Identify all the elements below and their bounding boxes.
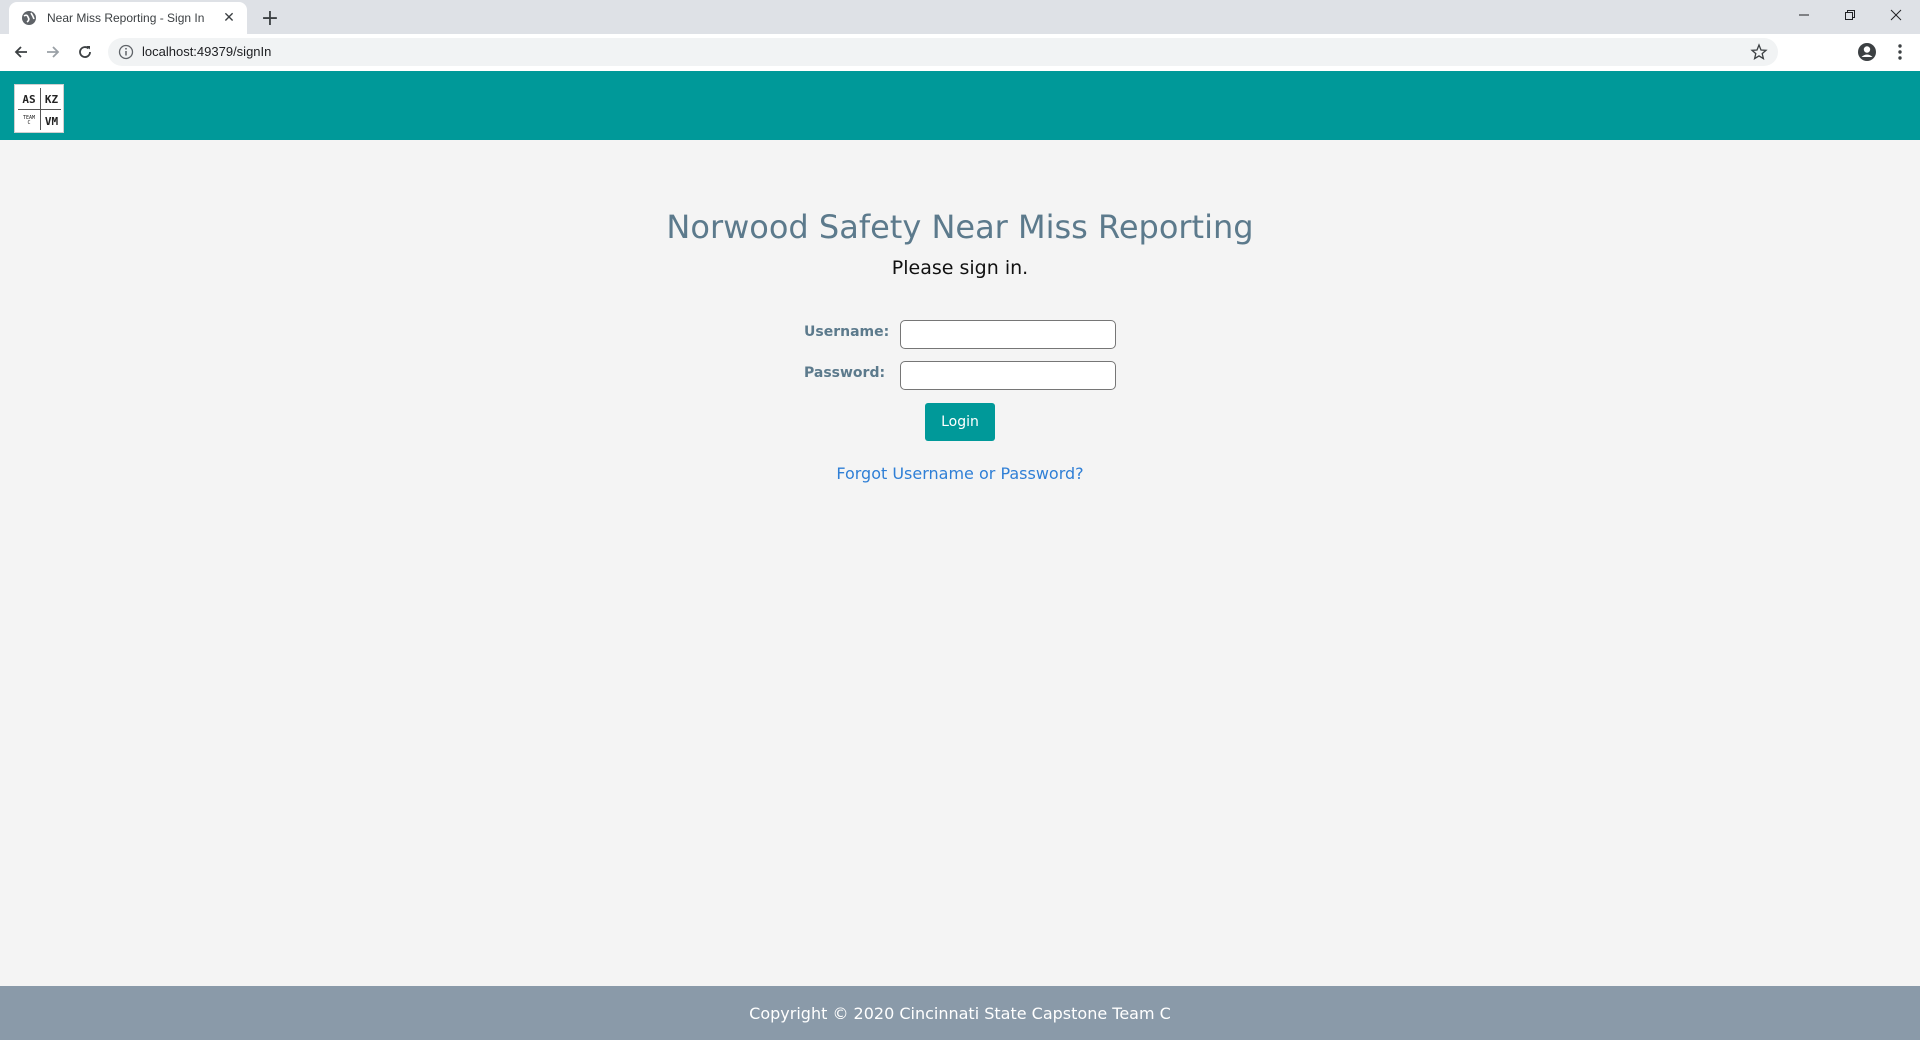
reload-icon[interactable] [71, 38, 99, 66]
page-subtitle: Please sign in. [891, 257, 1029, 279]
copyright-text: Copyright © 2020 Cincinnati State Capsto… [749, 1003, 1171, 1023]
username-input[interactable] [900, 320, 1116, 349]
password-label: Password: [804, 365, 886, 381]
forgot-credentials-link[interactable]: Forgot Username or Password? [0, 464, 1920, 483]
address-bar[interactable]: localhost:49379/signIn [108, 38, 1778, 66]
restore-icon[interactable] [1827, 0, 1873, 30]
close-window-icon[interactable] [1873, 0, 1919, 30]
url-text: localhost:49379/signIn [142, 44, 272, 59]
app-header: AS KZ TEAM C VM [0, 71, 1920, 140]
browser-tab[interactable]: Near Miss Reporting - Sign In ✕ [9, 2, 247, 34]
logo-divider [18, 109, 61, 110]
profile-avatar-icon[interactable] [1855, 40, 1879, 64]
globe-icon [21, 10, 37, 26]
back-arrow-icon[interactable] [7, 38, 35, 66]
forward-arrow-icon[interactable] [39, 38, 67, 66]
page-title: Norwood Safety Near Miss Reporting [666, 208, 1254, 246]
bookmark-star-icon[interactable] [1750, 43, 1768, 61]
login-button[interactable]: Login [925, 403, 995, 441]
team-logo[interactable]: AS KZ TEAM C VM [14, 84, 64, 133]
footer: Copyright © 2020 Cincinnati State Capsto… [0, 986, 1920, 1040]
logo-text: KZ [44, 92, 59, 106]
more-menu-icon[interactable] [1888, 40, 1912, 64]
logo-text: VM [44, 114, 59, 128]
browser-toolbar: localhost:49379/signIn [0, 34, 1920, 71]
username-label: Username: [804, 324, 890, 340]
logo-text: AS [22, 92, 36, 106]
info-icon[interactable] [118, 44, 134, 60]
logo-text: C [27, 120, 31, 126]
new-tab-button[interactable]: + [258, 6, 282, 31]
browser-tab-strip: Near Miss Reporting - Sign In ✕ + [0, 0, 1920, 34]
logo-team-text: TEAM C [18, 111, 40, 131]
close-tab-icon[interactable]: ✕ [219, 8, 239, 28]
tab-title: Near Miss Reporting - Sign In [47, 11, 205, 25]
minimize-icon[interactable] [1781, 0, 1827, 30]
password-input[interactable] [900, 361, 1116, 390]
